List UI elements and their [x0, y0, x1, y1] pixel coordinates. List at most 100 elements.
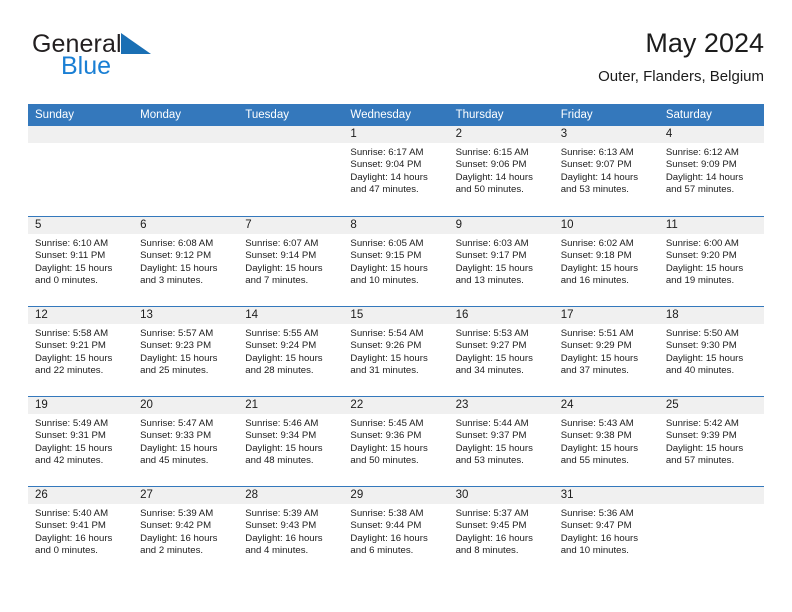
day-cell[interactable]: 30 Sunrise: 5:37 AM Sunset: 9:45 PM Dayl… [448, 487, 554, 576]
daylight-text-line2: and 0 minutes. [35, 274, 98, 286]
day-cell[interactable]: 29 Sunrise: 5:38 AM Sunset: 9:44 PM Dayl… [343, 487, 449, 576]
title-block: May 2024 Outer, Flanders, Belgium [598, 26, 764, 88]
weekday-header-thursday: Thursday [455, 109, 504, 121]
sunset-text: Sunset: 9:42 PM [140, 520, 212, 532]
sunset-text: Sunset: 9:12 PM [140, 250, 212, 262]
daylight-text-line2: and 42 minutes. [35, 454, 104, 466]
day-cell[interactable] [658, 487, 764, 576]
day-cell[interactable]: 5 Sunrise: 6:10 AM Sunset: 9:11 PM Dayli… [28, 217, 134, 306]
day-number: 30 [448, 487, 554, 504]
daylight-text-line1: Daylight: 15 hours [350, 262, 428, 274]
day-cell[interactable]: 16 Sunrise: 5:53 AM Sunset: 9:27 PM Dayl… [448, 307, 554, 396]
day-cell[interactable]: 15 Sunrise: 5:54 AM Sunset: 9:26 PM Dayl… [343, 307, 449, 396]
day-number: 19 [28, 397, 134, 414]
day-cell[interactable]: 6 Sunrise: 6:08 AM Sunset: 9:12 PM Dayli… [133, 217, 239, 306]
day-cell[interactable]: 11 Sunrise: 6:00 AM Sunset: 9:20 PM Dayl… [658, 217, 764, 306]
day-cell[interactable]: 18 Sunrise: 5:50 AM Sunset: 9:30 PM Dayl… [658, 307, 764, 396]
day-number: 28 [238, 487, 344, 504]
daylight-text-line2: and 28 minutes. [245, 364, 314, 376]
day-cell[interactable] [238, 126, 344, 216]
daylight-text-line2: and 4 minutes. [245, 544, 309, 556]
daylight-text-line1: Daylight: 15 hours [455, 352, 533, 364]
day-cell[interactable]: 26 Sunrise: 5:40 AM Sunset: 9:41 PM Dayl… [28, 487, 134, 576]
day-info: Sunrise: 5:45 AM Sunset: 9:36 PM Dayligh… [343, 414, 448, 467]
logo-triangle-icon [121, 33, 151, 54]
day-cell[interactable]: 25 Sunrise: 5:42 AM Sunset: 9:39 PM Dayl… [658, 397, 764, 486]
sunrise-text: Sunrise: 5:37 AM [455, 508, 529, 519]
day-info [28, 143, 133, 147]
sunrise-text: Sunrise: 5:39 AM [245, 508, 319, 519]
day-cell[interactable]: 12 Sunrise: 5:58 AM Sunset: 9:21 PM Dayl… [28, 307, 134, 396]
day-cell[interactable]: 20 Sunrise: 5:47 AM Sunset: 9:33 PM Dayl… [133, 397, 239, 486]
sunset-text: Sunset: 9:04 PM [350, 159, 422, 171]
day-cell[interactable]: 31 Sunrise: 5:36 AM Sunset: 9:47 PM Dayl… [553, 487, 659, 576]
day-info: Sunrise: 5:54 AM Sunset: 9:26 PM Dayligh… [343, 324, 448, 377]
daylight-text-line2: and 0 minutes. [35, 544, 98, 556]
day-cell[interactable]: 10 Sunrise: 6:02 AM Sunset: 9:18 PM Dayl… [553, 217, 659, 306]
day-cell[interactable]: 23 Sunrise: 5:44 AM Sunset: 9:37 PM Dayl… [448, 397, 554, 486]
day-info: Sunrise: 5:44 AM Sunset: 9:37 PM Dayligh… [449, 414, 554, 467]
daylight-text-line1: Daylight: 16 hours [140, 532, 218, 544]
day-cell[interactable]: 7 Sunrise: 6:07 AM Sunset: 9:14 PM Dayli… [238, 217, 344, 306]
sunrise-text: Sunrise: 5:38 AM [350, 508, 424, 519]
daylight-text-line2: and 6 minutes. [350, 544, 414, 556]
day-number: 29 [343, 487, 449, 504]
day-info: Sunrise: 6:10 AM Sunset: 9:11 PM Dayligh… [28, 234, 133, 287]
day-cell[interactable] [28, 126, 134, 216]
day-cell[interactable]: 17 Sunrise: 5:51 AM Sunset: 9:29 PM Dayl… [553, 307, 659, 396]
sunset-text: Sunset: 9:14 PM [245, 250, 317, 262]
day-number: 12 [28, 307, 134, 324]
day-info [133, 143, 238, 147]
daylight-text-line2: and 45 minutes. [140, 454, 209, 466]
daylight-text-line1: Daylight: 14 hours [560, 171, 639, 183]
day-cell[interactable]: 8 Sunrise: 6:05 AM Sunset: 9:15 PM Dayli… [343, 217, 449, 306]
day-number: 13 [133, 307, 239, 324]
day-cell[interactable]: 24 Sunrise: 5:43 AM Sunset: 9:38 PM Dayl… [553, 397, 659, 486]
day-cell[interactable] [133, 126, 239, 216]
daylight-text-line2: and 57 minutes. [665, 454, 735, 466]
day-cell[interactable]: 19 Sunrise: 5:49 AM Sunset: 9:31 PM Dayl… [28, 397, 134, 486]
day-cell[interactable]: 3 Sunrise: 6:13 AM Sunset: 9:07 PM Dayli… [553, 126, 659, 216]
daylight-text-line1: Daylight: 16 hours [245, 532, 323, 544]
day-info: Sunrise: 5:42 AM Sunset: 9:39 PM Dayligh… [659, 414, 764, 467]
sunrise-text: Sunrise: 5:45 AM [350, 418, 424, 429]
sunrise-text: Sunrise: 5:36 AM [560, 508, 634, 519]
day-info: Sunrise: 6:02 AM Sunset: 9:18 PM Dayligh… [554, 234, 659, 287]
sunset-text: Sunset: 9:07 PM [560, 159, 632, 171]
sunset-text: Sunset: 9:45 PM [455, 520, 527, 532]
sunrise-text: Sunrise: 5:43 AM [560, 418, 634, 429]
day-cell[interactable]: 22 Sunrise: 5:45 AM Sunset: 9:36 PM Dayl… [343, 397, 449, 486]
general-blue-logo[interactable]: General Blue [28, 30, 248, 92]
sunrise-text: Sunrise: 5:58 AM [35, 328, 109, 339]
day-cell[interactable]: 21 Sunrise: 5:46 AM Sunset: 9:34 PM Dayl… [238, 397, 344, 486]
day-info: Sunrise: 6:00 AM Sunset: 9:20 PM Dayligh… [659, 234, 764, 287]
day-cell[interactable]: 13 Sunrise: 5:57 AM Sunset: 9:23 PM Dayl… [133, 307, 239, 396]
day-cell[interactable]: 1 Sunrise: 6:17 AM Sunset: 9:04 PM Dayli… [343, 126, 449, 216]
week-row: 26 Sunrise: 5:40 AM Sunset: 9:41 PM Dayl… [28, 486, 764, 576]
sunset-text: Sunset: 9:37 PM [455, 430, 527, 442]
day-info: Sunrise: 5:55 AM Sunset: 9:24 PM Dayligh… [238, 324, 343, 377]
day-cell[interactable]: 9 Sunrise: 6:03 AM Sunset: 9:17 PM Dayli… [448, 217, 554, 306]
day-info [659, 504, 764, 508]
day-cell[interactable]: 28 Sunrise: 5:39 AM Sunset: 9:43 PM Dayl… [238, 487, 344, 576]
day-number: 21 [238, 397, 344, 414]
daylight-text-line2: and 8 minutes. [455, 544, 519, 556]
day-info: Sunrise: 6:05 AM Sunset: 9:15 PM Dayligh… [343, 234, 448, 287]
sunrise-text: Sunrise: 6:05 AM [350, 238, 424, 249]
daylight-text-line2: and 50 minutes. [350, 454, 419, 466]
sunrise-text: Sunrise: 5:46 AM [245, 418, 319, 429]
sunset-text: Sunset: 9:33 PM [140, 430, 212, 442]
day-cell[interactable]: 14 Sunrise: 5:55 AM Sunset: 9:24 PM Dayl… [238, 307, 344, 396]
page-subtitle: Outer, Flanders, Belgium [598, 68, 764, 85]
weekday-header-wednesday: Wednesday [350, 109, 411, 121]
day-info: Sunrise: 5:39 AM Sunset: 9:43 PM Dayligh… [238, 504, 343, 557]
sunrise-text: Sunrise: 5:50 AM [665, 328, 739, 339]
sunset-text: Sunset: 9:41 PM [35, 520, 106, 532]
weekday-header-row: Sunday Monday Tuesday Wednesday Thursday… [28, 104, 764, 126]
day-cell[interactable]: 4 Sunrise: 6:12 AM Sunset: 9:09 PM Dayli… [658, 126, 764, 216]
day-cell[interactable]: 27 Sunrise: 5:39 AM Sunset: 9:42 PM Dayl… [133, 487, 239, 576]
day-info: Sunrise: 6:13 AM Sunset: 9:07 PM Dayligh… [554, 143, 659, 196]
day-info: Sunrise: 5:38 AM Sunset: 9:44 PM Dayligh… [343, 504, 448, 557]
day-cell[interactable]: 2 Sunrise: 6:15 AM Sunset: 9:06 PM Dayli… [448, 126, 554, 216]
sunset-text: Sunset: 9:11 PM [35, 250, 106, 262]
